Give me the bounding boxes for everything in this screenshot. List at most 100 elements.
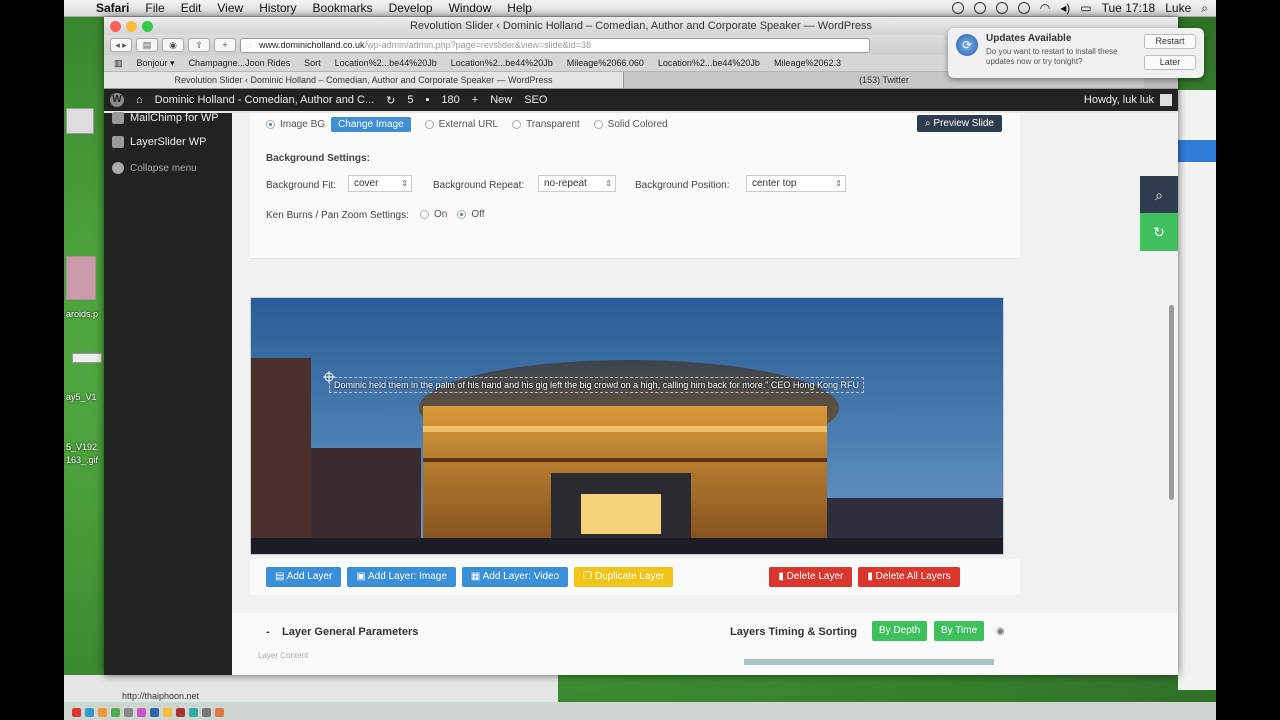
menu-history[interactable]: History	[251, 1, 304, 15]
preview-slide-button[interactable]: ⌕ Preview Slide	[917, 115, 1002, 132]
background-position-select[interactable]: center top ⇕	[746, 175, 846, 192]
desktop-file-thumbnail[interactable]	[66, 108, 94, 134]
slide-text-layer[interactable]: Dominic held them in the palm of his han…	[329, 377, 864, 393]
status-icon[interactable]	[1017, 2, 1030, 14]
dock-app-icon[interactable]	[72, 708, 81, 717]
dock-app-icon[interactable]	[111, 708, 120, 717]
dock-app-icon[interactable]	[163, 708, 172, 717]
comments-icon[interactable]: ▪	[426, 94, 430, 106]
radio-dot[interactable]	[424, 120, 434, 129]
desktop-file-label[interactable]: ay5_V1	[66, 392, 97, 402]
dock-app-icon[interactable]	[189, 708, 198, 717]
delete-all-layers-button[interactable]: ▮ Delete All Layers	[858, 567, 960, 587]
menu-bookmarks[interactable]: Bookmarks	[305, 1, 381, 15]
desktop-photo-thumbnail[interactable]	[66, 256, 96, 300]
page-scrollbar[interactable]	[1169, 305, 1174, 500]
spotlight-icon[interactable]: ⌕	[1201, 1, 1208, 16]
comments-count[interactable]: 180	[441, 94, 459, 106]
zoom-window-button[interactable]	[142, 20, 153, 32]
desktop-file-label[interactable]: 163_.gif	[66, 455, 98, 465]
bookmarks-icon[interactable]: ▥	[114, 58, 123, 69]
status-icon[interactable]	[951, 2, 964, 14]
minimize-window-button[interactable]	[126, 20, 137, 32]
add-image-layer-button[interactable]: ▣ Add Layer: Image	[347, 567, 456, 587]
radio-dot[interactable]	[266, 120, 275, 129]
desktop-file-label[interactable]: aroids.p	[66, 309, 98, 319]
sidebar-item-mailchimp[interactable]: MailChimp for WP	[104, 107, 232, 129]
sort-by-depth-button[interactable]: By Depth	[872, 621, 928, 641]
add-video-layer-button[interactable]: ▦ Add Layer: Video	[461, 567, 569, 587]
plus-icon[interactable]: +	[472, 94, 478, 106]
dock-app-icon[interactable]	[137, 708, 146, 717]
dock-app-icon[interactable]	[124, 708, 133, 717]
new-content-link[interactable]: New	[490, 94, 512, 106]
duplicate-layer-button[interactable]: ❐ Duplicate Layer	[574, 567, 674, 587]
bookmark-item[interactable]: Location%2...be44%20Jb	[451, 58, 553, 68]
howdy-user-link[interactable]: Howdy, luk luk	[1084, 94, 1154, 106]
menu-file[interactable]: File	[137, 1, 172, 15]
layer-general-parameters-title[interactable]: Layer General Parameters	[282, 626, 418, 638]
desktop-file-thumbnail[interactable]	[72, 353, 102, 363]
tab-revolution-slider[interactable]: Revolution Slider ‹ Dominic Holland – Co…	[104, 72, 624, 88]
radio-transparent[interactable]: Transparent	[512, 119, 580, 130]
timing-track[interactable]	[744, 659, 994, 665]
radio-dot[interactable]	[593, 120, 603, 129]
floating-refresh-button[interactable]: ↻	[1140, 213, 1178, 251]
restart-button[interactable]: Restart	[1144, 34, 1196, 49]
background-fit-select[interactable]: cover ⇕	[348, 175, 412, 192]
bookmark-item[interactable]: Bonjour ▾	[137, 58, 175, 69]
change-image-button[interactable]: Change Image	[331, 117, 411, 132]
sidebar-item-layerslider[interactable]: LayerSlider WP	[104, 129, 232, 155]
dock-app-icon[interactable]	[98, 708, 107, 717]
reader-icon[interactable]: ◉	[162, 38, 184, 52]
dock-app-icon[interactable]	[150, 708, 159, 717]
bookmark-item[interactable]: Mileage%2062.3	[774, 58, 841, 68]
wifi-icon[interactable]: ◠	[1040, 1, 1050, 15]
radio-kenburns-on[interactable]: On	[420, 209, 447, 220]
menubar-user[interactable]: Luke	[1165, 1, 1191, 15]
updates-icon[interactable]: ↻	[386, 94, 395, 107]
add-tab-icon[interactable]: +	[214, 38, 236, 52]
site-name-link[interactable]: Dominic Holland - Comedian, Author and C…	[155, 94, 375, 106]
radio-dot[interactable]	[420, 210, 429, 219]
dock-app-icon[interactable]	[85, 708, 94, 717]
later-button[interactable]: Later	[1144, 55, 1196, 70]
radio-image-bg[interactable]: Image BG	[266, 119, 325, 130]
radio-dot[interactable]	[512, 120, 522, 129]
radio-dot[interactable]	[457, 210, 467, 219]
close-window-button[interactable]	[110, 20, 121, 32]
back-forward-button[interactable]: ◂ ▸	[110, 38, 132, 52]
slide-editor-canvas[interactable]: Dominic held them in the palm of his han…	[250, 297, 1004, 555]
battery-icon[interactable]: ▭	[1080, 1, 1091, 15]
bookmark-item[interactable]: Location%2...be44%20Jb	[658, 58, 760, 68]
bookmark-item[interactable]: Sort	[304, 58, 321, 68]
floating-search-button[interactable]: ⌕	[1140, 176, 1178, 214]
status-icon[interactable]	[995, 2, 1008, 14]
delete-layer-button[interactable]: ▮ Delete Layer	[769, 567, 853, 587]
radio-solid-colored[interactable]: Solid Colored	[593, 119, 668, 130]
menubar-clock[interactable]: Tue 17:18	[1102, 1, 1156, 15]
dock-app-icon[interactable]	[202, 708, 211, 717]
collapse-menu-button[interactable]: Collapse menu	[104, 155, 232, 181]
avatar[interactable]	[1160, 94, 1172, 106]
menu-app-name[interactable]: Safari	[88, 1, 137, 15]
collapse-toggle[interactable]: -	[266, 626, 270, 638]
share-icon[interactable]: ⇪	[188, 38, 210, 52]
menu-view[interactable]: View	[209, 1, 251, 15]
dock-app-icon[interactable]	[176, 708, 185, 717]
background-repeat-select[interactable]: no-repeat ⇕	[538, 175, 616, 192]
seo-link[interactable]: SEO	[524, 94, 547, 106]
desktop-file-label[interactable]: 5_V192	[66, 442, 97, 452]
status-icon[interactable]	[973, 2, 986, 14]
dock-app-icon[interactable]	[215, 708, 224, 717]
sort-by-time-button[interactable]: By Time	[934, 621, 985, 641]
bookmark-item[interactable]: Mileage%2066.060	[567, 58, 644, 68]
bookmark-item[interactable]: Location%2...be44%20Jb	[335, 58, 437, 68]
sidebar-icon[interactable]: ▤	[136, 38, 158, 52]
radio-external-url[interactable]: External URL	[424, 119, 498, 130]
add-layer-button[interactable]: ▤ Add Layer	[266, 567, 342, 587]
wordpress-logo-icon[interactable]: W	[110, 93, 124, 107]
radio-kenburns-off[interactable]: Off	[457, 209, 485, 220]
bookmark-item[interactable]: Champagne...Joon Rides	[189, 58, 291, 68]
updates-count[interactable]: 5	[407, 94, 413, 106]
